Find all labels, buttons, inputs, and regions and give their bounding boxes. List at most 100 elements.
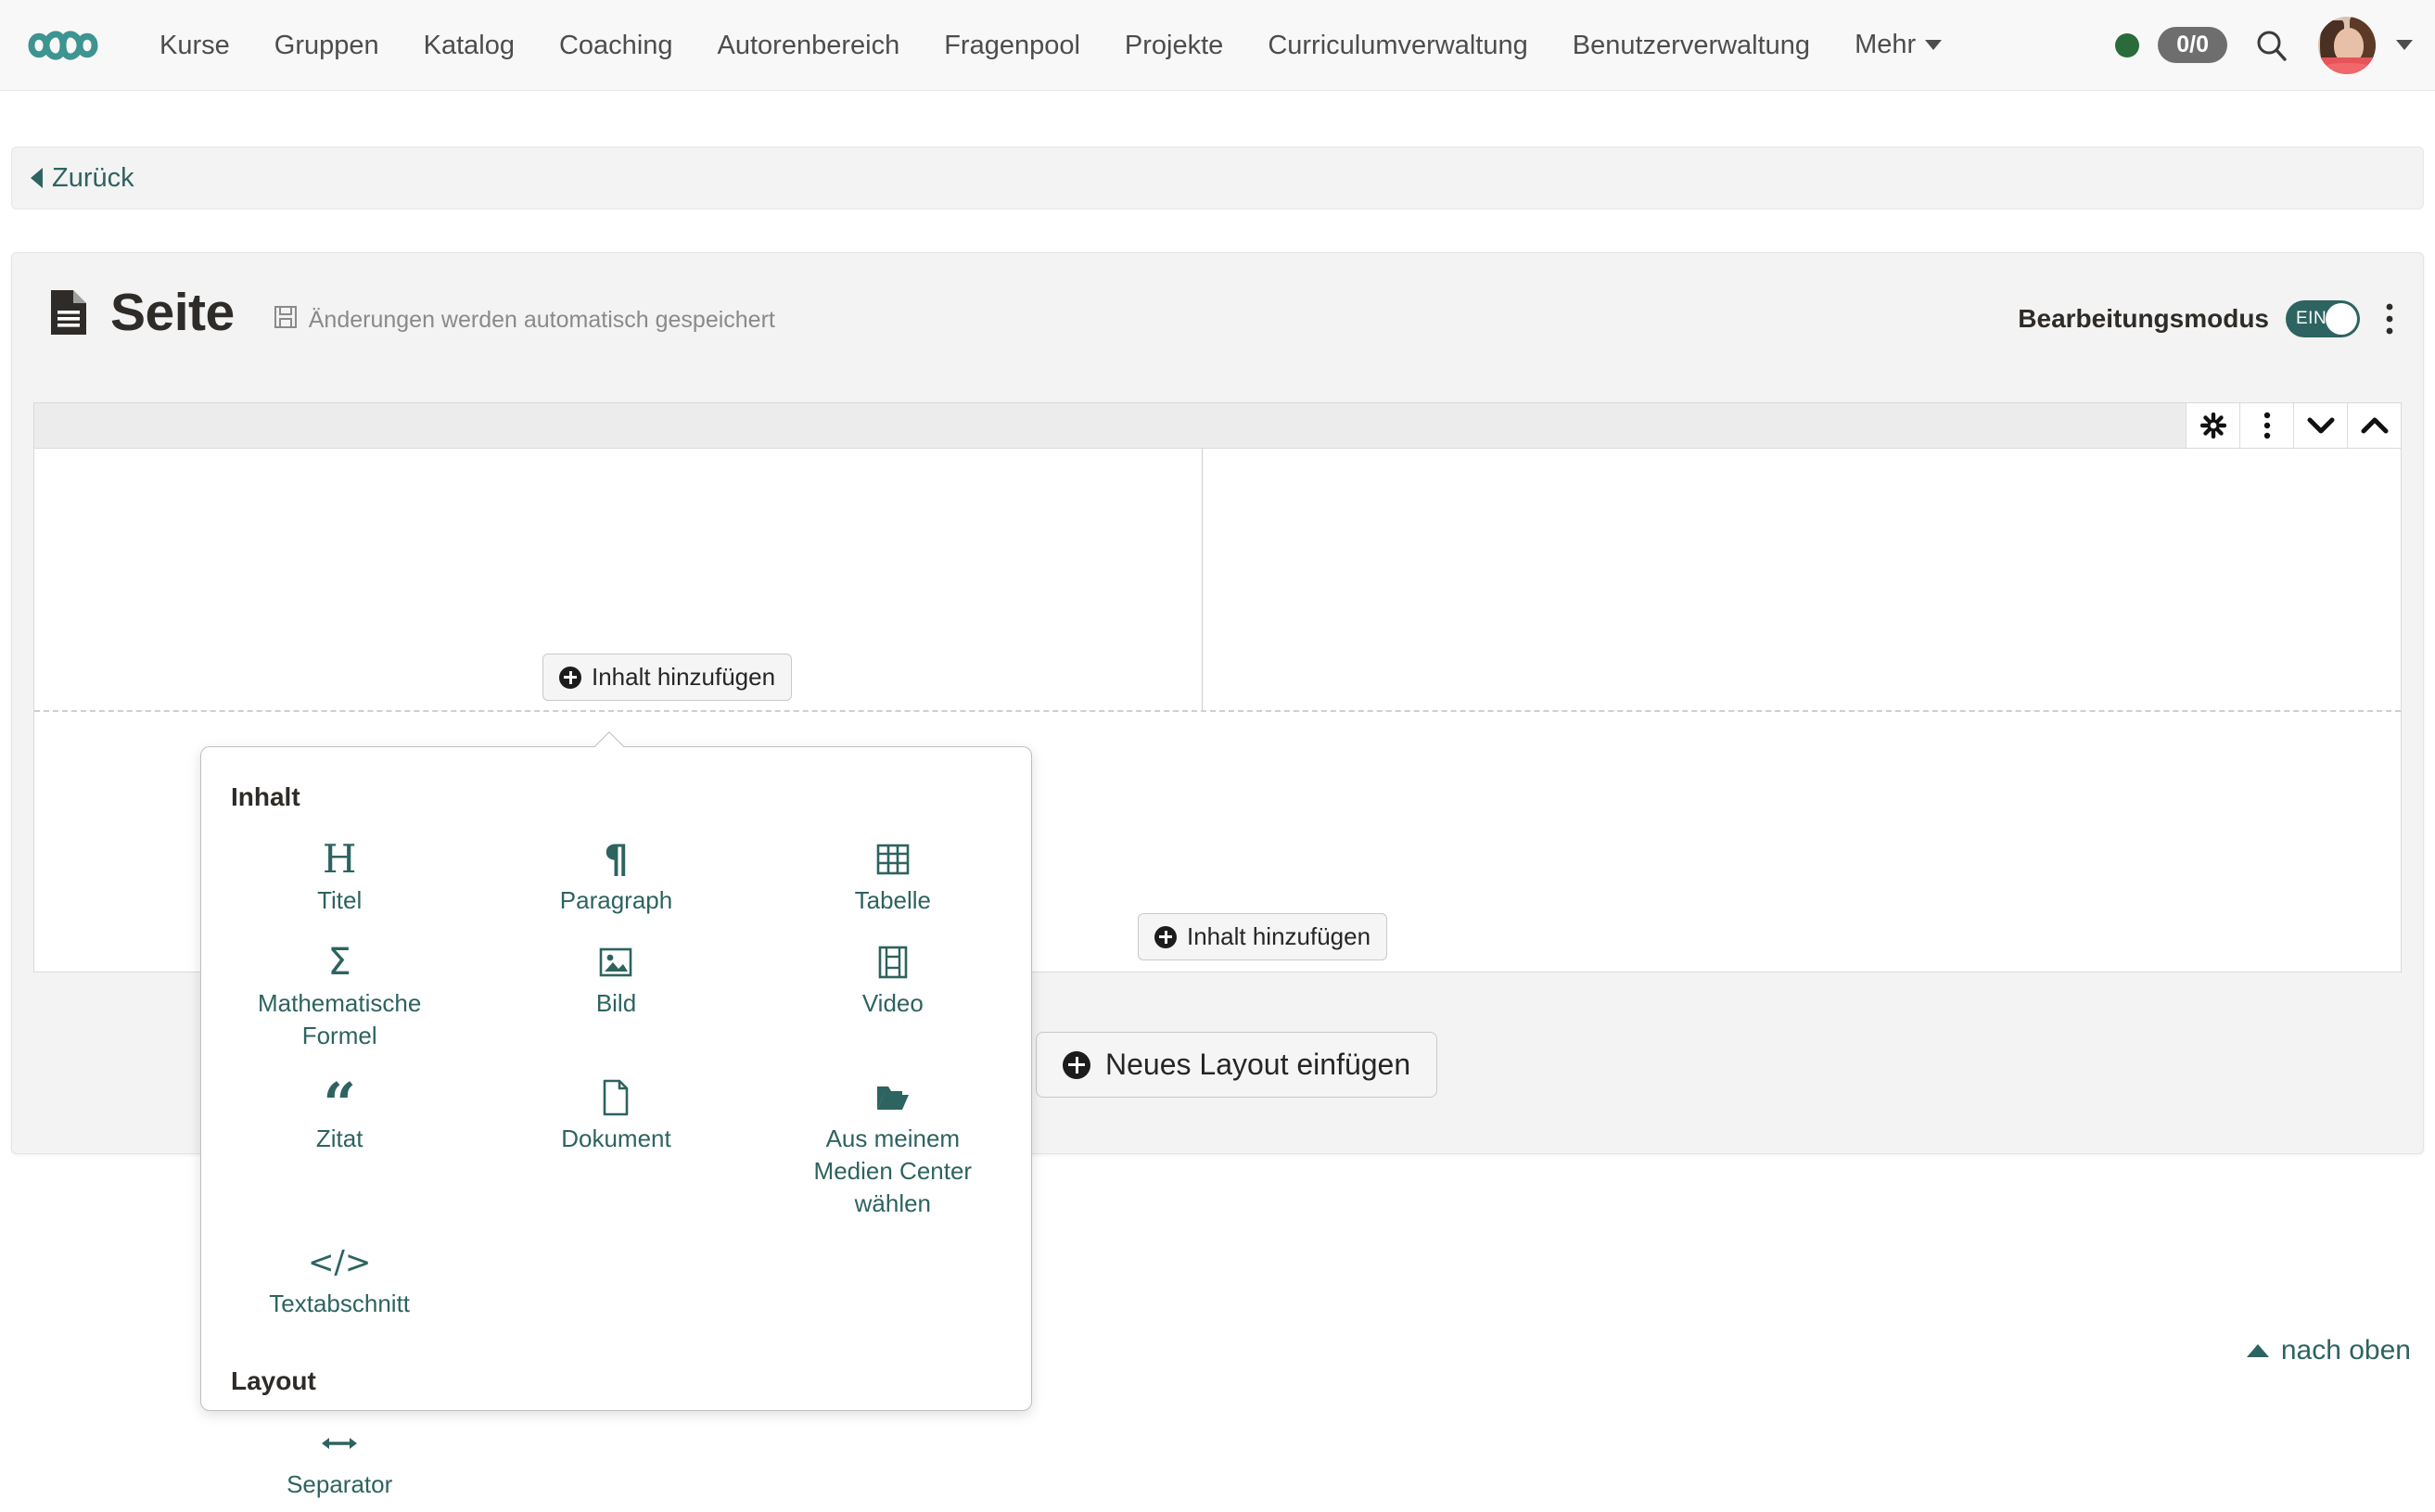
avatar[interactable] [2318,16,2376,74]
plus-circle-icon [559,666,581,689]
menu-item-label: Bild [595,989,637,1018]
chevron-left-icon [31,168,43,188]
heading-icon: H [322,836,357,882]
file-icon [602,1076,630,1119]
popup-section-layout-title: Layout [231,1366,316,1395]
gear-icon[interactable] [2186,403,2239,448]
autosave-text: Änderungen werden automatisch gespeicher… [308,306,775,333]
back-to-top-link[interactable]: nach oben [2246,1335,2411,1366]
menu-item-label: Textabschnitt [269,1289,411,1317]
autosave-status: Änderungen werden automatisch gespeicher… [274,305,775,336]
menu-item-label: Dokument [561,1124,671,1153]
toggle-knob [2326,303,2357,335]
edit-mode-toggle-state: EIN [2296,309,2327,328]
chevron-up-icon[interactable] [2347,403,2401,448]
popup-section-inhalt-title: Inhalt [231,782,300,811]
back-button[interactable]: Zurück [31,163,134,194]
nav-item-mehr-label: Mehr [1855,30,1917,59]
popup-layout-grid: Separator [201,1413,1031,1512]
menu-item-label: Titel [317,886,363,914]
floppy-disk-icon [274,305,298,336]
edit-mode-toggle[interactable]: EIN [2286,300,2360,337]
back-button-label: Zurück [52,162,134,193]
pilcrow-icon: ¶ [604,836,629,882]
popup-arrow [594,731,624,747]
nav-item-gruppen[interactable]: Gruppen [252,0,402,91]
insert-new-layout-button[interactable]: Neues Layout einfügen [1036,1032,1438,1098]
image-icon [598,941,633,984]
popup-content-grid: H Titel ¶ Paragraph Tabelle Σ Mathematis… [201,829,1031,1232]
nav-item-projekte[interactable]: Projekte [1103,0,1245,91]
plus-circle-icon [1063,1050,1090,1079]
nav-item-mehr[interactable]: Mehr [1832,30,1964,60]
insert-new-layout-label: Neues Layout einfügen [1105,1048,1411,1081]
infinity-logo[interactable] [20,19,106,72]
layout-cell-left: Inhalt hinzufügen [34,449,1202,710]
menu-item-paragraph[interactable]: ¶ Paragraph [478,829,754,928]
grid-spacer [755,1232,1031,1331]
edit-mode-group: Bearbeitungsmodus EIN [2018,300,2395,337]
add-content-button[interactable]: Inhalt hinzufügen [542,654,793,701]
layout-toolbar [34,403,2401,449]
menu-item-mathematische-formel[interactable]: Σ Mathematische Formel [201,932,478,1063]
nav-item-autorenbereich[interactable]: Autorenbereich [695,0,923,91]
kebab-menu-icon[interactable] [2239,403,2293,448]
add-content-label: Inhalt hinzufügen [1187,922,1371,950]
nav-item-coaching[interactable]: Coaching [537,0,695,91]
add-content-button[interactable]: Inhalt hinzufügen [1138,913,1388,960]
plus-circle-icon [1154,925,1177,948]
nav-right-cluster: 0/0 [2115,16,2435,74]
menu-item-label: Paragraph [559,886,673,914]
search-icon[interactable] [2253,27,2290,64]
popup-content-grid-row4: </> Textabschnitt [201,1232,1031,1331]
nav-links: Kurse Gruppen Katalog Coaching Autorenbe… [137,0,1964,91]
kebab-menu-icon[interactable] [2384,301,2395,337]
chevron-down-icon [1925,40,1943,50]
menu-item-label: Aus meinem Medien Center wählen [813,1124,973,1218]
menu-item-label: Video [861,989,924,1018]
grid-spacer [478,1232,754,1331]
menu-item-label: Tabelle [854,886,932,914]
avatar-chevron-down-icon[interactable] [2396,40,2413,50]
menu-item-titel[interactable]: H Titel [201,829,478,928]
page-title: Seite [110,283,235,342]
code-icon: </> [307,1243,372,1281]
status-dot-icon [2115,32,2140,57]
menu-item-medien-center[interactable]: Aus meinem Medien Center wählen [755,1067,1031,1231]
menu-item-bild[interactable]: Bild [478,932,754,1063]
edit-mode-label: Bearbeitungsmodus [2018,304,2269,333]
quote-icon: “ [323,1070,356,1138]
add-content-label: Inhalt hinzufügen [592,663,776,691]
sigma-icon: Σ [327,941,351,985]
notification-count-badge[interactable]: 0/0 [2158,26,2227,64]
menu-item-zitat[interactable]: “ Zitat [201,1067,478,1231]
arrows-horizontal-icon [320,1422,359,1465]
chevron-up-icon [2246,1344,2269,1357]
menu-item-dokument[interactable]: Dokument [478,1067,754,1231]
grid-spacer [755,1413,1031,1512]
nav-item-fragenpool[interactable]: Fragenpool [922,0,1103,91]
nav-item-kurse[interactable]: Kurse [137,0,252,91]
table-icon [875,838,911,881]
menu-item-tabelle[interactable]: Tabelle [755,829,1031,928]
page-header: Seite Änderungen werden automatisch gesp… [12,253,2423,346]
menu-item-label: Mathematische Formel [258,989,422,1050]
back-to-top-label: nach oben [2280,1335,2411,1366]
nav-item-katalog[interactable]: Katalog [402,0,537,91]
grid-spacer [478,1413,754,1512]
nav-item-curriculumverwaltung[interactable]: Curriculumverwaltung [1245,0,1549,91]
open-folder-icon [874,1076,912,1119]
top-navigation-bar: Kurse Gruppen Katalog Coaching Autorenbe… [0,0,2435,91]
menu-item-textabschnitt[interactable]: </> Textabschnitt [201,1232,478,1331]
menu-item-label: Zitat [315,1124,363,1153]
chevron-down-icon[interactable] [2293,403,2347,448]
menu-item-separator[interactable]: Separator [201,1413,478,1512]
film-icon [877,941,909,984]
menu-item-label: Separator [287,1469,393,1498]
add-content-popup: Inhalt H Titel ¶ Paragraph Tabelle Σ Mat… [200,731,1032,1498]
menu-item-video[interactable]: Video [755,932,1031,1063]
layout-row-1: Inhalt hinzufügen Inhalt hinzufügen [34,449,2401,712]
back-bar: Zurück [11,146,2424,210]
nav-item-benutzerverwaltung[interactable]: Benutzerverwaltung [1550,0,1832,91]
document-icon [47,288,90,337]
